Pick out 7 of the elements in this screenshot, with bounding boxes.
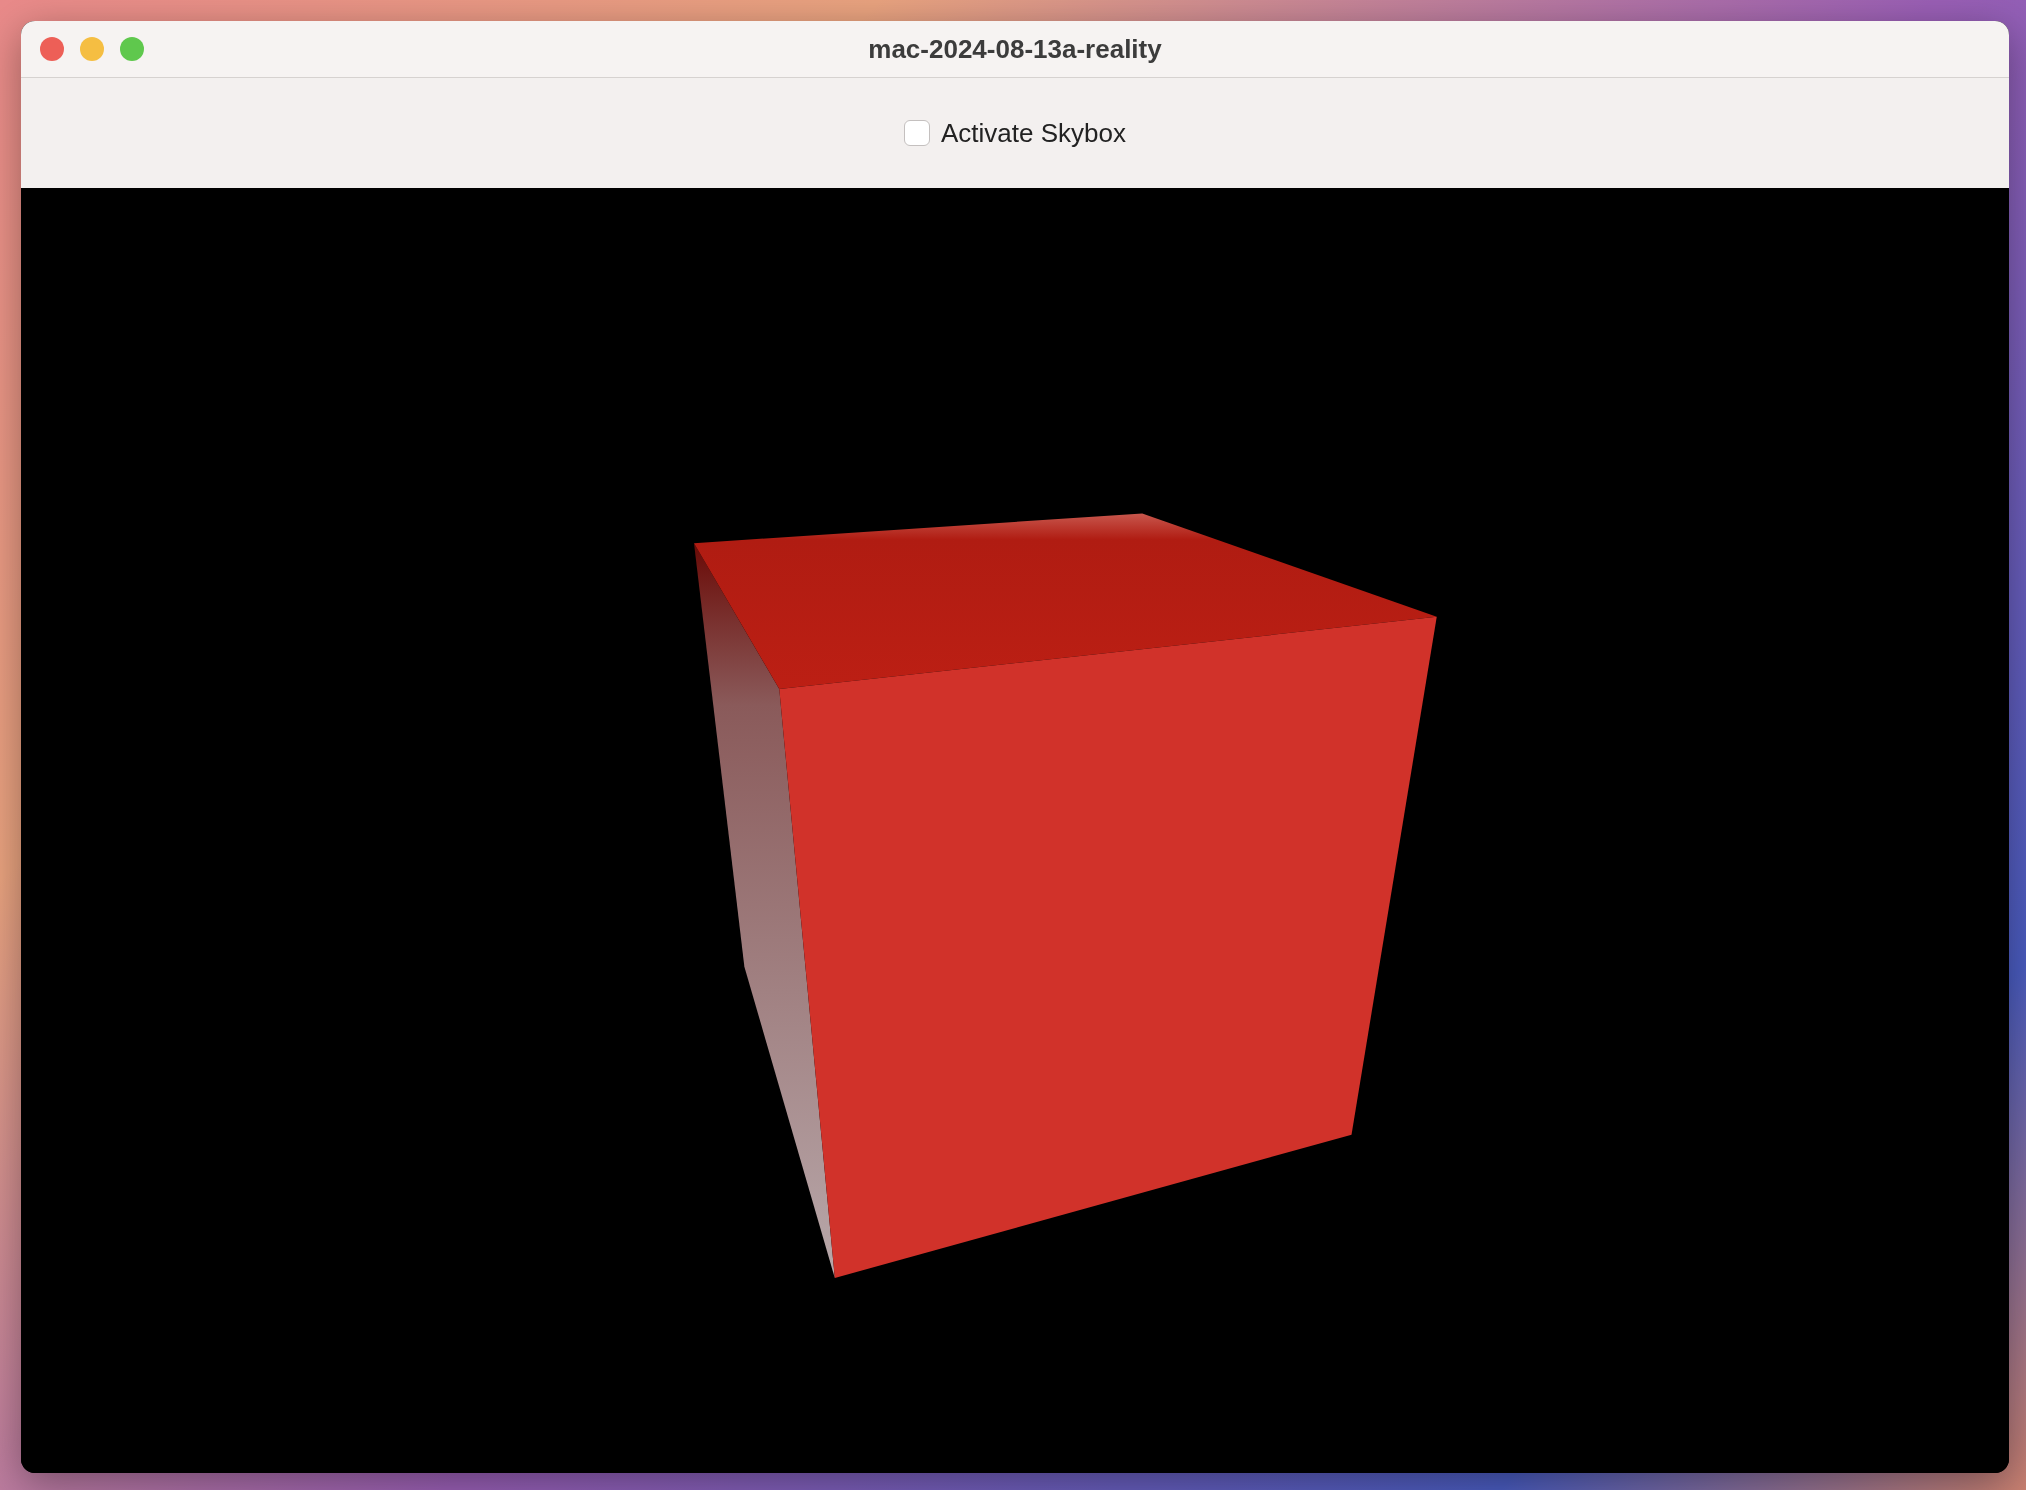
window-title: mac-2024-08-13a-reality (868, 33, 1162, 64)
cube-drawing[interactable] (694, 513, 1437, 1278)
minimize-button[interactable] (80, 37, 104, 61)
close-button[interactable] (40, 37, 64, 61)
checkbox-label[interactable]: Activate Skybox (941, 117, 1126, 149)
zoom-button[interactable] (120, 37, 144, 61)
checkbox[interactable] (904, 120, 930, 146)
